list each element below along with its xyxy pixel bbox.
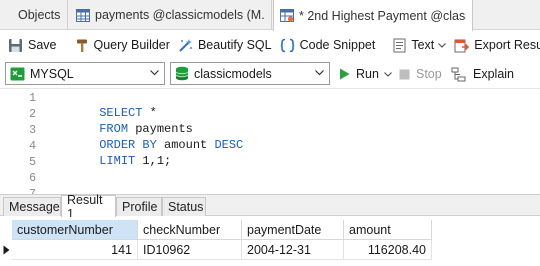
- query-builder-button[interactable]: Query Builder: [71, 33, 174, 57]
- line-number: 3: [29, 124, 36, 137]
- sql-token: 1,1;: [135, 154, 172, 168]
- tab-query-2nd-highest-payment[interactable]: * 2nd Highest Payment @class...: [273, 0, 473, 31]
- cell-checkNumber[interactable]: ID10962: [138, 240, 242, 260]
- code-snippet-icon: [280, 38, 294, 52]
- column-header-label: customerNumber: [17, 222, 113, 237]
- column-header-paymentDate[interactable]: paymentDate: [242, 220, 344, 240]
- tab-message-label: Message: [9, 200, 60, 214]
- database-select[interactable]: classicmodels: [170, 62, 330, 85]
- hammer-icon: [76, 39, 87, 52]
- line-number: 5: [29, 156, 36, 169]
- beautify-sql-button[interactable]: Beautify SQL: [174, 33, 276, 57]
- text-document-icon: [393, 38, 406, 52]
- tab-status[interactable]: Status: [162, 197, 206, 216]
- run-label: Run: [356, 67, 379, 81]
- stop-label: Stop: [416, 67, 442, 81]
- result-tab-strip: Message Result 1 Profile Status: [0, 193, 540, 221]
- explain-button[interactable]: Explain: [451, 64, 514, 84]
- stop-icon: [399, 69, 410, 79]
- play-icon: [340, 68, 350, 80]
- code-snippet-button[interactable]: Code Snippet: [276, 33, 380, 57]
- query-builder-label: Query Builder: [93, 38, 170, 52]
- server-type-value: MYSQL: [30, 66, 74, 81]
- database-value: classicmodels: [194, 66, 272, 81]
- code-snippet-label: Code Snippet: [299, 38, 376, 52]
- line-number: 4: [29, 140, 36, 153]
- tab-result-1[interactable]: Result 1: [61, 193, 116, 221]
- tab-profile[interactable]: Profile: [116, 197, 162, 216]
- chevron-down-icon: [438, 42, 447, 48]
- beautify-sql-label: Beautify SQL: [197, 38, 272, 52]
- export-result-label: Export Result: [474, 38, 540, 52]
- query-toolbar: Save Query Builder Beautify SQL Code Sni…: [0, 31, 540, 59]
- column-header-amount[interactable]: amount: [344, 220, 432, 240]
- database-icon: [175, 66, 189, 81]
- connection-bar: MYSQL classicmodels Run Stop Explain: [0, 60, 540, 87]
- tab-payments-table[interactable]: payments @classicmodels (M...: [70, 0, 272, 30]
- code-line: LIMIT 1,1;: [56, 140, 171, 182]
- cell-amount[interactable]: 116208.40: [344, 240, 432, 260]
- save-label: Save: [28, 38, 57, 52]
- tab-objects[interactable]: Objects: [0, 0, 68, 30]
- query-table-icon: [280, 9, 294, 22]
- result-grid[interactable]: customerNumber checkNumber paymentDate a…: [0, 217, 540, 266]
- tab-objects-label: Objects: [18, 8, 61, 22]
- connection-icon: [10, 67, 25, 80]
- line-number: 6: [29, 172, 36, 185]
- text-mode-button[interactable]: Text: [389, 33, 450, 57]
- sql-editor[interactable]: 1 2 3 4 5 6 7 SELECT * FROM payments ORD…: [0, 88, 540, 201]
- explain-icon: [451, 67, 466, 81]
- line-number: 2: [29, 108, 36, 121]
- tab-message[interactable]: Message: [3, 197, 61, 216]
- run-button[interactable]: Run: [339, 64, 392, 84]
- text-mode-label: Text: [411, 38, 435, 52]
- table-row[interactable]: 141 ID10962 2004-12-31 116208.40: [0, 240, 540, 260]
- line-number-gutter: 1 2 3 4 5 6 7: [0, 89, 46, 201]
- table-icon: [76, 8, 90, 22]
- line-number: 1: [29, 92, 36, 105]
- explain-label: Explain: [473, 67, 514, 81]
- column-header-label: checkNumber: [143, 222, 221, 237]
- export-result-button[interactable]: Export Result: [450, 33, 540, 57]
- tab-status-label: Status: [168, 200, 204, 214]
- save-icon: [9, 38, 22, 52]
- cell-paymentDate[interactable]: 2004-12-31: [242, 240, 344, 260]
- column-header-customerNumber[interactable]: customerNumber: [12, 220, 138, 240]
- chevron-down-icon: [150, 70, 159, 76]
- save-button[interactable]: Save: [4, 33, 61, 57]
- stop-button[interactable]: Stop: [399, 64, 442, 84]
- sql-keyword: DESC: [214, 138, 244, 152]
- export-icon: [454, 39, 470, 52]
- cell-customerNumber[interactable]: 141: [12, 240, 138, 260]
- column-header-checkNumber[interactable]: checkNumber: [138, 220, 242, 240]
- tab-profile-label: Profile: [122, 200, 158, 214]
- column-header-label: amount: [349, 222, 391, 237]
- document-tab-strip: Objects payments @classicmodels (M... * …: [0, 0, 540, 31]
- tab-payments-label: payments @classicmodels (M...: [95, 8, 265, 22]
- magic-wand-icon: [179, 38, 192, 52]
- column-header-label: paymentDate: [247, 222, 322, 237]
- tab-query-label: * 2nd Highest Payment @class...: [299, 8, 466, 23]
- chevron-down-icon: [384, 71, 392, 77]
- sql-keyword: LIMIT: [99, 154, 136, 168]
- grid-header-row: customerNumber checkNumber paymentDate a…: [0, 220, 540, 240]
- chevron-down-icon: [315, 70, 324, 76]
- server-type-select[interactable]: MYSQL: [5, 62, 165, 85]
